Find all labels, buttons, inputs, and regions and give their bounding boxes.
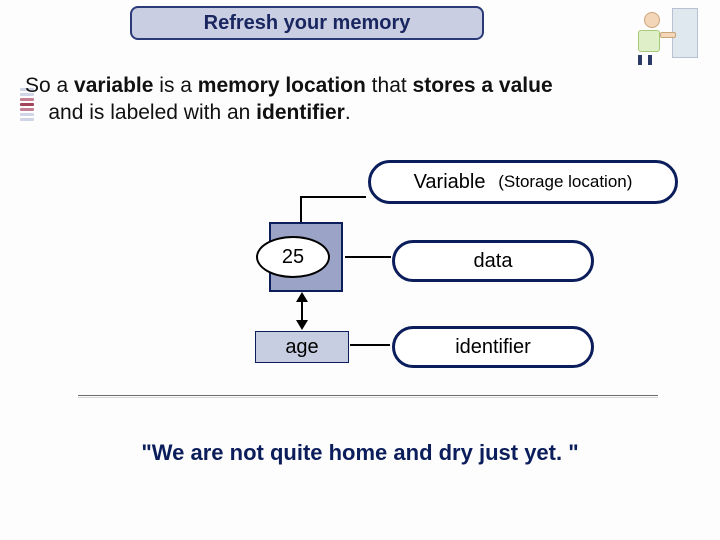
divider bbox=[78, 395, 658, 396]
arrow-down-icon bbox=[296, 320, 308, 330]
definition-text: So a variable is a memory location that … bbox=[25, 72, 665, 126]
label-variable: Variable (Storage location) bbox=[368, 160, 678, 204]
label-variable-sub bbox=[489, 172, 494, 192]
connector-line bbox=[300, 196, 302, 222]
t: that bbox=[366, 74, 413, 97]
kw-stores-value: stores a value bbox=[413, 74, 553, 97]
label-variable-main: Variable bbox=[414, 171, 486, 194]
label-identifier: identifier bbox=[392, 326, 594, 368]
identifier-box: age bbox=[255, 331, 349, 363]
label-data: data bbox=[392, 240, 594, 282]
connector-line bbox=[350, 344, 390, 346]
value-oval: 25 bbox=[256, 236, 330, 278]
t: . bbox=[345, 101, 351, 124]
kid-at-computer-icon bbox=[636, 6, 698, 62]
kw-memory-location: memory location bbox=[198, 74, 366, 97]
kw-variable: variable bbox=[74, 74, 153, 97]
label-variable-sub-text: (Storage location) bbox=[498, 172, 632, 192]
kw-identifier: identifier bbox=[256, 101, 345, 124]
t: and is labeled with an bbox=[43, 101, 257, 124]
divider bbox=[78, 397, 658, 398]
footer-quote: "We are not quite home and dry just yet.… bbox=[0, 440, 720, 466]
t: So a bbox=[25, 74, 74, 97]
connector-line bbox=[345, 256, 391, 258]
connector-line bbox=[301, 300, 303, 322]
t: is a bbox=[153, 74, 197, 97]
connector-line bbox=[302, 196, 366, 198]
slide-title: Refresh your memory bbox=[130, 6, 484, 40]
